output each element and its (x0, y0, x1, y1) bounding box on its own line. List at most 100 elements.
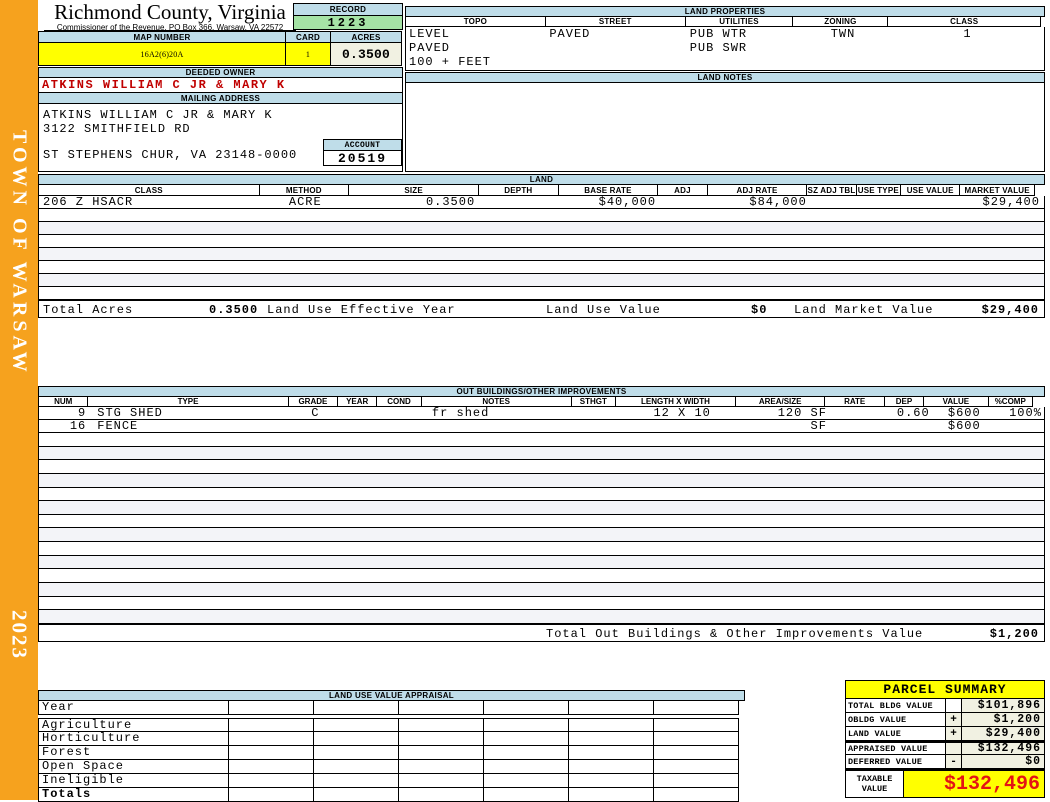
acres-value: 0.3500 (330, 42, 402, 66)
town-name-vertical: TOWN OF WARSAW (8, 130, 31, 376)
ob2-num: 16 (69, 419, 87, 433)
lu-row-agriculture: Agriculture (38, 718, 229, 732)
ob1-cond (381, 407, 426, 419)
record-box: RECORD 1223 (293, 3, 403, 30)
account-label: ACCOUNT (323, 139, 402, 151)
ob1-area-size: 120 SF (777, 406, 827, 420)
ob1-rate (833, 407, 893, 419)
parcel-summary: PARCEL SUMMARY TOTAL BLDG VALUE $101,896… (845, 680, 1045, 798)
topo-value-1: LEVEL (409, 27, 451, 41)
land-properties-values: LEVEL PAVED PUB WTR TWN 1 PAVED PUB SWR … (405, 27, 1045, 71)
land-totals-row: Total Acres 0.3500 Land Use Effective Ye… (38, 300, 1045, 318)
land-use-value-total: $0 (751, 303, 768, 317)
ps-taxable-label: TAXABLE VALUE (846, 771, 904, 797)
land-use-type-value (863, 196, 908, 208)
col-topo: TOPO (405, 16, 546, 27)
land-market-value-total: $29,400 (981, 303, 1039, 317)
ps-deferred-op: - (946, 755, 962, 768)
out-buildings-empty-rows (38, 433, 1045, 624)
ob1-grade: C (311, 406, 320, 420)
ps-obldg-op: + (946, 713, 962, 726)
effective-year-label: Land Use Effective Year (267, 303, 456, 317)
land-col-use-value: USE VALUE (899, 184, 961, 196)
land-col-sz-adj-tbl: SZ ADJ TBL (806, 184, 857, 196)
land-adj-rate-value: $84,000 (749, 195, 807, 209)
land-col-depth: DEPTH (478, 184, 559, 196)
ps-land-value: $29,400 (962, 727, 1044, 740)
map-number-block: MAP NUMBER CARD ACRES 16A2(6)20A 1 0.350… (38, 31, 403, 66)
ob2-area-size: SF (810, 419, 827, 433)
col-street: STREET (544, 16, 686, 27)
ps-appraised-op (946, 743, 962, 754)
account-box: ACCOUNT 20519 (323, 139, 402, 166)
ob1-notes: fr shed (431, 406, 490, 420)
ps-land-op: + (946, 727, 962, 740)
deeded-owner-label: DEEDED OWNER (38, 67, 403, 78)
ob-total-value: $1,200 (989, 627, 1039, 641)
ps-land-label: LAND VALUE (846, 727, 946, 740)
ob1-value: $600 (947, 406, 981, 420)
land-col-adj: ADJ (657, 184, 708, 196)
lu-row-year: Year (38, 700, 229, 715)
ob1-sthgt (577, 407, 622, 419)
total-acres-value: 0.3500 (209, 303, 259, 317)
land-use-value-value (908, 196, 968, 208)
land-col-use-type: USE TYPE (855, 184, 901, 196)
ps-deferred-label: DEFERRED VALUE (846, 755, 946, 768)
address-line-3: ST STEPHENS CHUR, VA 23148-0000 (43, 148, 298, 162)
out-buildings-total-row: Total Out Buildings & Other Improvements… (38, 624, 1045, 642)
ps-obldg-label: OBLDG VALUE (846, 713, 946, 726)
ps-total-bldg-value: $101,896 (962, 699, 1044, 712)
parcel-summary-title: PARCEL SUMMARY (845, 680, 1045, 699)
col-utilities: UTILITIES (684, 16, 794, 27)
ps-taxable-value: $132,496 (943, 772, 1040, 796)
land-notes-body (405, 83, 1045, 172)
ob-col-cond: COND (376, 396, 422, 407)
topo-value-3: 100 + FEET (409, 55, 492, 69)
ob1-num: 9 (78, 406, 87, 420)
land-market-value-label: Land Market Value (794, 303, 934, 317)
utilities-value-2: PUB SWR (689, 41, 748, 55)
ob2-value: $600 (947, 419, 981, 433)
ps-total-bldg-op (946, 699, 962, 712)
ob1-type: STG SHED (97, 406, 163, 420)
zoning-value-1: TWN (830, 27, 856, 41)
ob1-dep: 0.60 (896, 406, 930, 420)
side-band: TOWN OF WARSAW 2023 (0, 0, 38, 800)
mailing-address-label: MAILING ADDRESS (38, 93, 403, 104)
out-building-row-2: 16 FENCE SF $600 (38, 420, 1045, 433)
class-value-1: 1 (963, 27, 972, 41)
land-use-value-label: Land Use Value (546, 303, 661, 317)
ob-total-label: Total Out Buildings & Other Improvements… (546, 627, 924, 641)
topo-value-2: PAVED (409, 41, 451, 55)
ps-obldg-value: $1,200 (962, 713, 1044, 726)
total-acres-label: Total Acres (43, 303, 134, 317)
land-method-value: ACRE (288, 195, 322, 209)
out-building-row-1: 9 STG SHED C fr shed 12 X 10 120 SF 0.60… (38, 407, 1045, 420)
ps-deferred-value: $0 (962, 755, 1044, 768)
land-depth-value (481, 196, 561, 208)
land-sz-adj-tbl-value (813, 196, 863, 208)
ps-total-bldg-label: TOTAL BLDG VALUE (846, 699, 946, 712)
property-record-card: { "sidebar": { "title": "TOWN OF WARSAW"… (0, 0, 1050, 802)
lu-row-open-space: Open Space (38, 759, 229, 774)
ob1-year (341, 407, 381, 419)
ob-col-rate: RATE (824, 396, 885, 407)
street-value-1: PAVED (549, 27, 591, 41)
county-title-block: Richmond County, Virginia Commissioner o… (44, 2, 296, 32)
out-buildings-table: OUT BUILDINGS/OTHER IMPROVEMENTS NUM TYP… (38, 386, 1045, 642)
ob1-pct-comp: 100% (1009, 406, 1042, 420)
land-properties-section: LAND PROPERTIES TOPO STREET UTILITIES ZO… (405, 6, 1045, 71)
account-number: 20519 (323, 151, 402, 166)
land-empty-rows (38, 209, 1045, 300)
ob-col-sthgt: STHGT (570, 396, 617, 407)
ob-col-year: YEAR (337, 396, 378, 407)
address-line-1: ATKINS WILLIAM C JR & MARY K (43, 108, 273, 122)
land-use-appraisal-table: LAND USE VALUE APPRAISAL Year Agricultur… (38, 690, 745, 802)
land-table: LAND CLASS METHOD SIZE DEPTH BASE RATE A… (38, 174, 1045, 318)
address-line-2: 3122 SMITHFIELD RD (43, 122, 191, 136)
mailing-address-box: ATKINS WILLIAM C JR & MARY K 3122 SMITHF… (38, 104, 403, 172)
ps-appraised-label: APPRAISED VALUE (846, 743, 946, 754)
record-label: RECORD (293, 3, 403, 16)
county-title: Richmond County, Virginia (54, 0, 286, 24)
